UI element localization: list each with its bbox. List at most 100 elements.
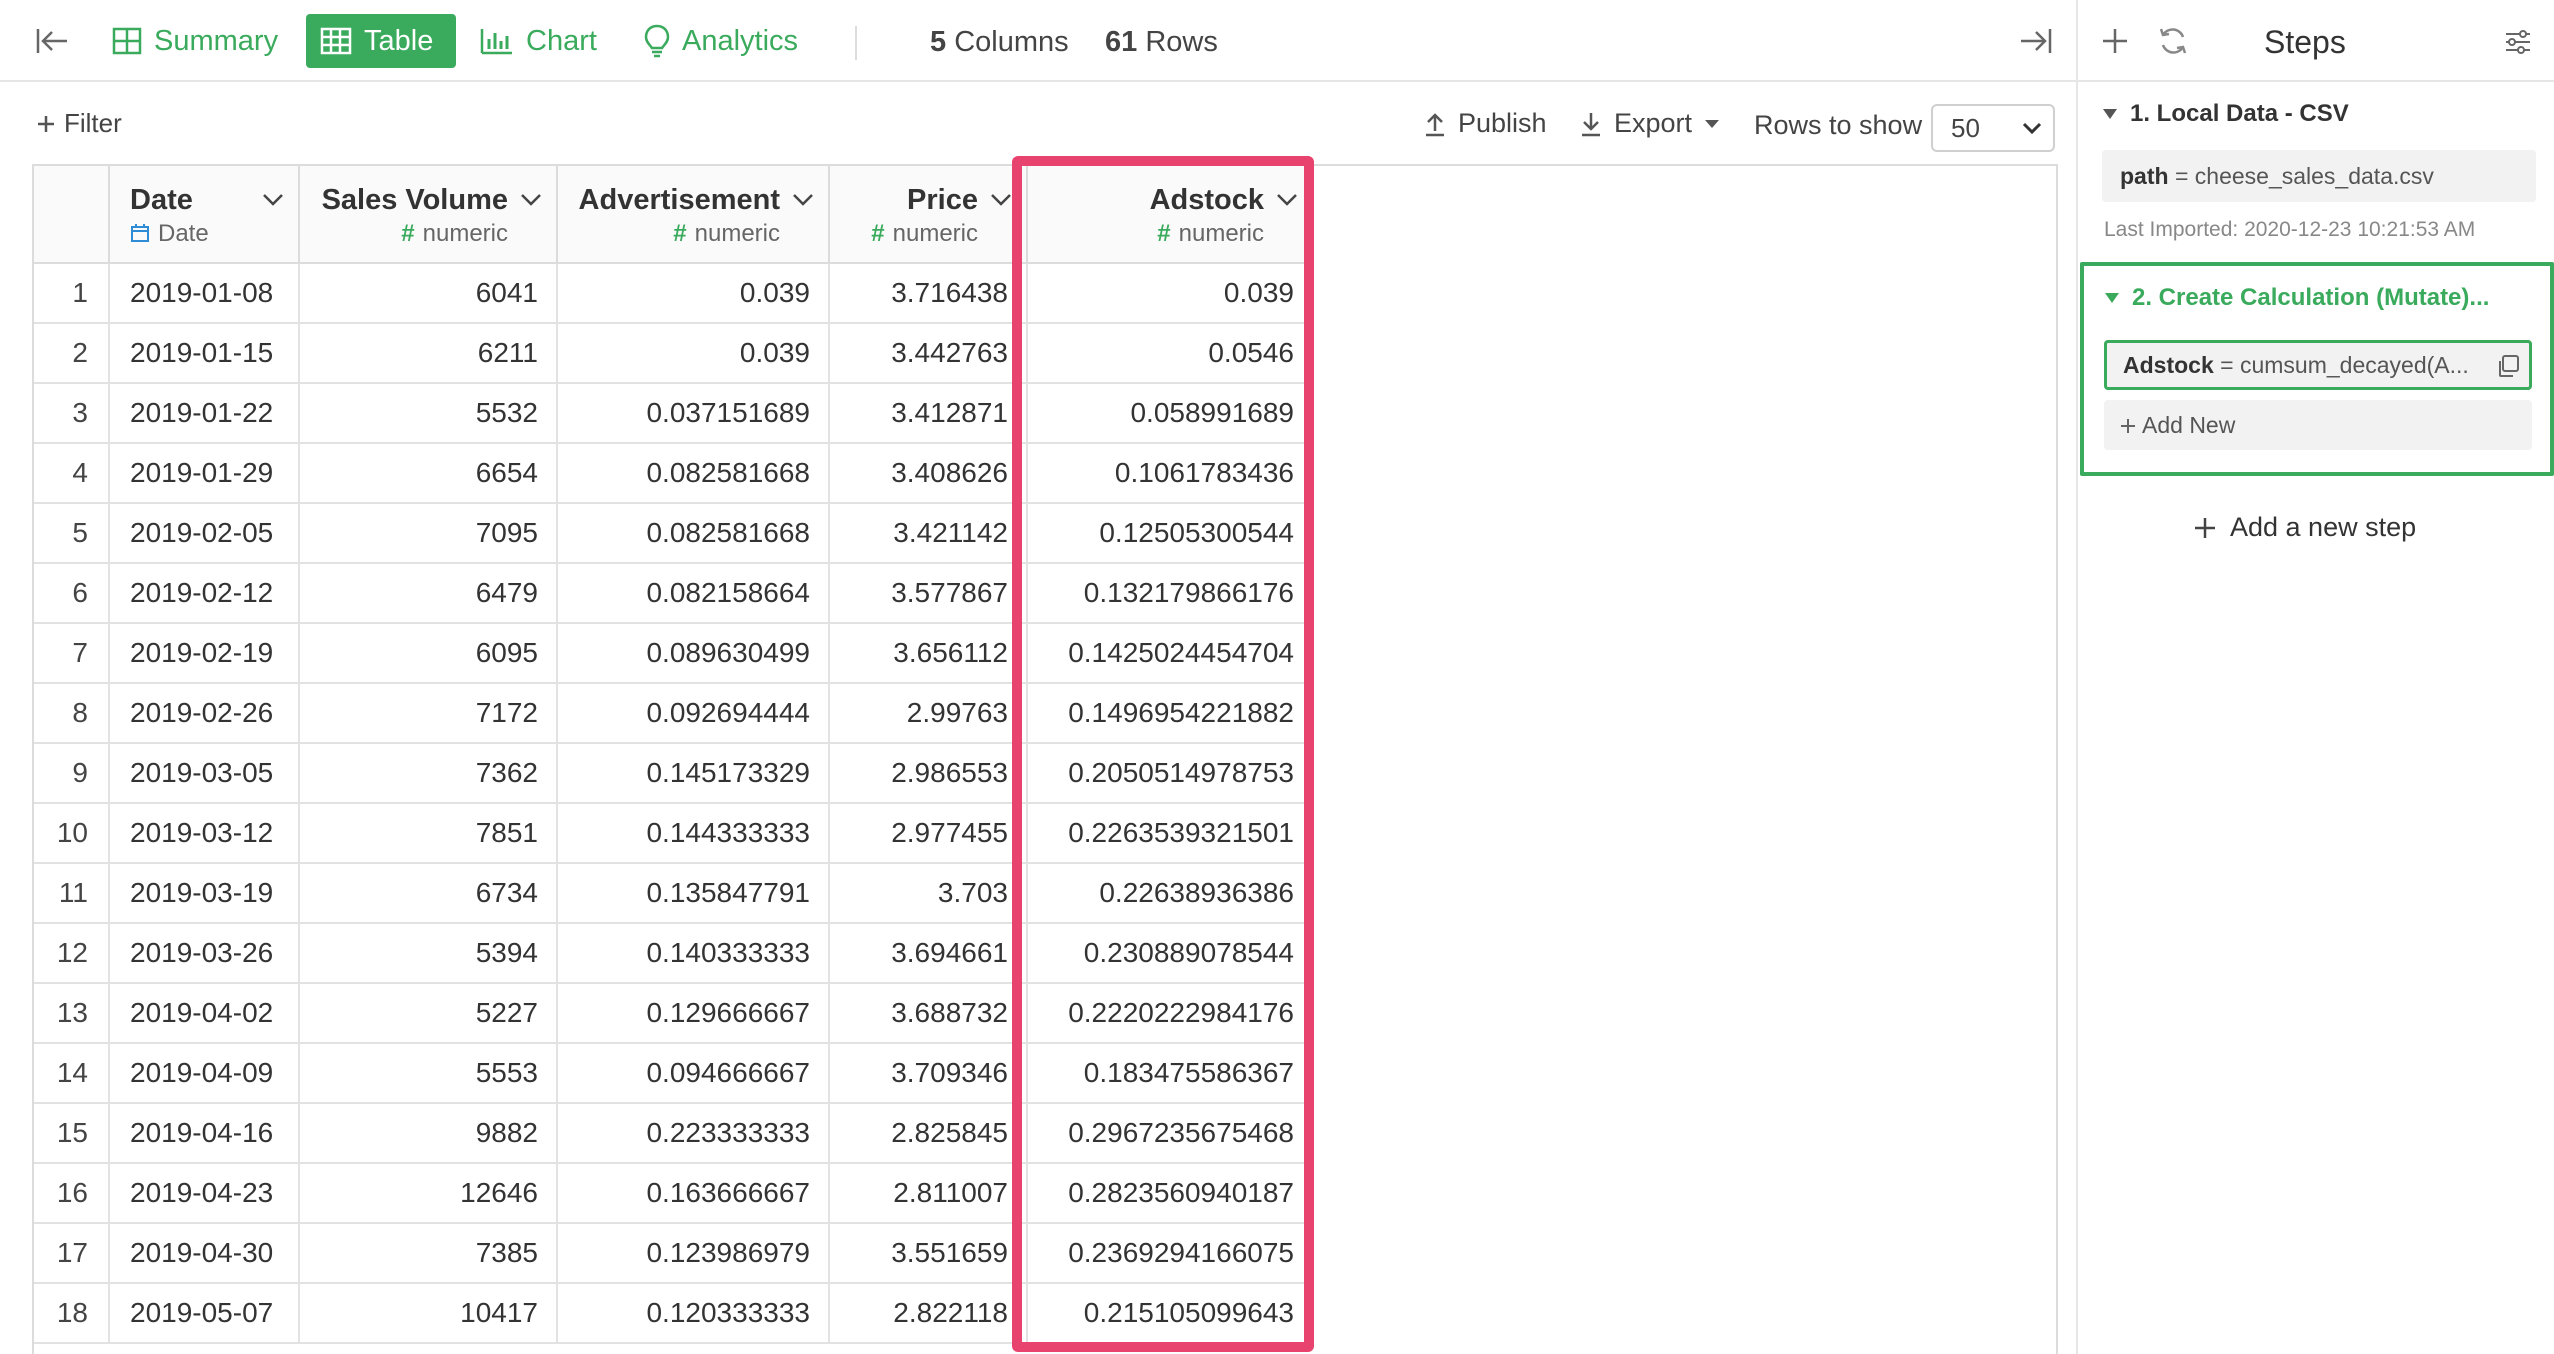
- cell-adstock[interactable]: 0.2967235675468: [1028, 1104, 1314, 1162]
- cell-date[interactable]: 2019-02-05: [110, 504, 300, 562]
- table-row[interactable]: 6 2019-02-12 6479 0.082158664 3.577867 0.1321…: [34, 564, 1314, 624]
- cell-sales-volume[interactable]: 9882: [300, 1104, 558, 1162]
- cell-date[interactable]: 2019-01-08: [110, 264, 300, 322]
- cell-price[interactable]: 2.977455: [830, 804, 1028, 862]
- step-1-path-param[interactable]: path = cheese_sales_data.csv: [2102, 150, 2536, 202]
- cell-price[interactable]: 3.442763: [830, 324, 1028, 382]
- cell-advertisement[interactable]: 0.082581668: [558, 504, 830, 562]
- cell-sales-volume[interactable]: 6479: [300, 564, 558, 622]
- cell-sales-volume[interactable]: 12646: [300, 1164, 558, 1222]
- chevron-down-icon[interactable]: [792, 192, 814, 208]
- cell-advertisement[interactable]: 0.089630499: [558, 624, 830, 682]
- cell-date[interactable]: 2019-03-26: [110, 924, 300, 982]
- table-row[interactable]: 1 2019-01-08 6041 0.039 3.716438 0.039: [34, 264, 1314, 324]
- cell-advertisement[interactable]: 0.145173329: [558, 744, 830, 802]
- cell-price[interactable]: 2.825845: [830, 1104, 1028, 1162]
- cell-sales-volume[interactable]: 5394: [300, 924, 558, 982]
- cell-advertisement[interactable]: 0.092694444: [558, 684, 830, 742]
- cell-advertisement[interactable]: 0.039: [558, 324, 830, 382]
- filter-button[interactable]: Filter: [36, 108, 122, 139]
- cell-advertisement[interactable]: 0.135847791: [558, 864, 830, 922]
- cell-price[interactable]: 3.412871: [830, 384, 1028, 442]
- step-2-header[interactable]: 2. Create Calculation (Mutate)...: [2104, 284, 2489, 312]
- cell-adstock[interactable]: 0.2823560940187: [1028, 1164, 1314, 1222]
- table-row[interactable]: 7 2019-02-19 6095 0.089630499 3.656112 0.1425…: [34, 624, 1314, 684]
- table-row[interactable]: 12 2019-03-26 5394 0.140333333 3.694661 0.230…: [34, 924, 1314, 984]
- column-header-price[interactable]: Price # numeric: [830, 166, 1028, 264]
- collapse-left-icon[interactable]: [22, 11, 82, 71]
- chevron-down-icon[interactable]: [520, 192, 542, 208]
- table-row[interactable]: 11 2019-03-19 6734 0.135847791 3.703 0.226389…: [34, 864, 1314, 924]
- cell-adstock[interactable]: 0.1496954221882: [1028, 684, 1314, 742]
- cell-date[interactable]: 2019-01-15: [110, 324, 300, 382]
- cell-sales-volume[interactable]: 6734: [300, 864, 558, 922]
- add-step-plus-icon[interactable]: [2092, 18, 2138, 64]
- cell-sales-volume[interactable]: 6041: [300, 264, 558, 322]
- cell-price[interactable]: 3.577867: [830, 564, 1028, 622]
- cell-date[interactable]: 2019-03-05: [110, 744, 300, 802]
- export-button[interactable]: Export: [1580, 108, 1720, 139]
- step-2-add-new-button[interactable]: Add New: [2104, 400, 2532, 450]
- cell-sales-volume[interactable]: 7385: [300, 1224, 558, 1282]
- cell-advertisement[interactable]: 0.082158664: [558, 564, 830, 622]
- expand-right-icon[interactable]: [2006, 11, 2066, 71]
- column-header-advertisement[interactable]: Advertisement # numeric: [558, 166, 830, 264]
- cell-advertisement[interactable]: 0.144333333: [558, 804, 830, 862]
- cell-sales-volume[interactable]: 5553: [300, 1044, 558, 1102]
- cell-price[interactable]: 2.99763: [830, 684, 1028, 742]
- cell-price[interactable]: 3.408626: [830, 444, 1028, 502]
- cell-date[interactable]: 2019-05-07: [110, 1284, 300, 1342]
- cell-sales-volume[interactable]: 7362: [300, 744, 558, 802]
- column-header-sales-volume[interactable]: Sales Volume # numeric: [300, 166, 558, 264]
- cell-adstock[interactable]: 0.215105099643: [1028, 1284, 1314, 1342]
- cell-date[interactable]: 2019-01-22: [110, 384, 300, 442]
- table-row[interactable]: 15 2019-04-16 9882 0.223333333 2.825845 0.296…: [34, 1104, 1314, 1164]
- table-row[interactable]: 16 2019-04-23 12646 0.163666667 2.811007 0.28…: [34, 1164, 1314, 1224]
- cell-price[interactable]: 2.986553: [830, 744, 1028, 802]
- cell-adstock[interactable]: 0.2263539321501: [1028, 804, 1314, 862]
- publish-button[interactable]: Publish: [1424, 108, 1547, 139]
- cell-sales-volume[interactable]: 10417: [300, 1284, 558, 1342]
- cell-advertisement[interactable]: 0.037151689: [558, 384, 830, 442]
- cell-advertisement[interactable]: 0.140333333: [558, 924, 830, 982]
- cell-price[interactable]: 3.703: [830, 864, 1028, 922]
- cell-advertisement[interactable]: 0.129666667: [558, 984, 830, 1042]
- chevron-down-icon[interactable]: [990, 192, 1012, 208]
- cell-price[interactable]: 3.709346: [830, 1044, 1028, 1102]
- cell-advertisement[interactable]: 0.082581668: [558, 444, 830, 502]
- table-row[interactable]: 10 2019-03-12 7851 0.144333333 2.977455 0.226…: [34, 804, 1314, 864]
- cell-sales-volume[interactable]: 6654: [300, 444, 558, 502]
- cell-date[interactable]: 2019-01-29: [110, 444, 300, 502]
- cell-price[interactable]: 3.694661: [830, 924, 1028, 982]
- table-row[interactable]: 3 2019-01-22 5532 0.037151689 3.412871 0.0589…: [34, 384, 1314, 444]
- cell-sales-volume[interactable]: 5227: [300, 984, 558, 1042]
- tab-table[interactable]: Table: [306, 14, 456, 68]
- cell-advertisement[interactable]: 0.039: [558, 264, 830, 322]
- cell-date[interactable]: 2019-04-30: [110, 1224, 300, 1282]
- column-header-adstock[interactable]: Adstock # numeric: [1028, 166, 1314, 264]
- table-row[interactable]: 8 2019-02-26 7172 0.092694444 2.99763 0.14969…: [34, 684, 1314, 744]
- cell-adstock[interactable]: 0.1061783436: [1028, 444, 1314, 502]
- cell-adstock[interactable]: 0.183475586367: [1028, 1044, 1314, 1102]
- table-row[interactable]: 17 2019-04-30 7385 0.123986979 3.551659 0.236…: [34, 1224, 1314, 1284]
- column-header-date[interactable]: Date Date: [110, 166, 300, 264]
- table-row[interactable]: 9 2019-03-05 7362 0.145173329 2.986553 0.2050…: [34, 744, 1314, 804]
- cell-adstock[interactable]: 0.132179866176: [1028, 564, 1314, 622]
- cell-price[interactable]: 3.551659: [830, 1224, 1028, 1282]
- cell-date[interactable]: 2019-04-02: [110, 984, 300, 1042]
- cell-adstock[interactable]: 0.1425024454704: [1028, 624, 1314, 682]
- cell-date[interactable]: 2019-04-09: [110, 1044, 300, 1102]
- cell-advertisement[interactable]: 0.123986979: [558, 1224, 830, 1282]
- add-new-step-button[interactable]: Add a new step: [2194, 512, 2416, 543]
- refresh-icon[interactable]: [2150, 18, 2196, 64]
- cell-price[interactable]: 3.421142: [830, 504, 1028, 562]
- cell-price[interactable]: 2.811007: [830, 1164, 1028, 1222]
- cell-sales-volume[interactable]: 5532: [300, 384, 558, 442]
- cell-price[interactable]: 2.822118: [830, 1284, 1028, 1342]
- cell-price[interactable]: 3.656112: [830, 624, 1028, 682]
- cell-adstock[interactable]: 0.039: [1028, 264, 1314, 322]
- cell-adstock[interactable]: 0.22638936386: [1028, 864, 1314, 922]
- cell-date[interactable]: 2019-03-12: [110, 804, 300, 862]
- cell-advertisement[interactable]: 0.163666667: [558, 1164, 830, 1222]
- cell-date[interactable]: 2019-03-19: [110, 864, 300, 922]
